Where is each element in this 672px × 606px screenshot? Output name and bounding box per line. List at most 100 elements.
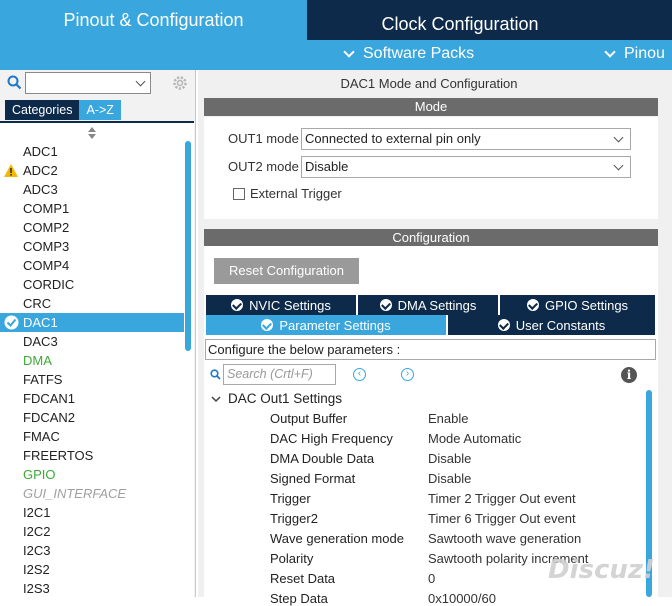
top-tab-bar: Pinout & Configuration Clock Configurati… bbox=[0, 0, 672, 40]
chevron-down-icon bbox=[604, 46, 616, 58]
check-circle-icon bbox=[4, 315, 19, 330]
software-packs-menu[interactable]: Software Packs bbox=[343, 45, 474, 63]
param-name: DAC High Frequency bbox=[270, 431, 393, 446]
previous-match-icon[interactable]: ‹ bbox=[353, 368, 366, 381]
chevron-down-icon[interactable] bbox=[211, 394, 221, 404]
chevron-down-icon bbox=[613, 132, 624, 143]
param-name: Polarity bbox=[270, 551, 314, 566]
chevron-down-icon bbox=[343, 46, 355, 58]
external-trigger-checkbox[interactable] bbox=[233, 188, 245, 200]
pinout-menu-label: Pinou bbox=[624, 45, 665, 62]
list-item[interactable]: I2C3 bbox=[0, 541, 184, 560]
list-item[interactable]: COMP3 bbox=[0, 237, 184, 256]
parameter-search-input[interactable]: Search (Crtl+F) bbox=[223, 364, 336, 385]
tab-user-constants[interactable]: User Constants bbox=[448, 315, 655, 335]
sidebar-scrollbar[interactable] bbox=[185, 141, 191, 351]
list-item[interactable]: DAC3 bbox=[0, 332, 184, 351]
sidebar-tabs: Categories A->Z bbox=[5, 100, 121, 120]
info-icon[interactable]: i bbox=[621, 367, 637, 383]
tab-nvic-settings[interactable]: NVIC Settings bbox=[206, 295, 356, 315]
param-value[interactable]: Timer 6 Trigger Out event bbox=[428, 511, 576, 526]
tab-clock-label: Clock Configuration bbox=[381, 13, 539, 34]
list-item[interactable]: FMAC bbox=[0, 427, 184, 446]
tab-pinout-label: Pinout & Configuration bbox=[63, 9, 244, 30]
tab-pinout-configuration[interactable]: Pinout & Configuration bbox=[0, 0, 307, 40]
list-item[interactable]: CRC bbox=[0, 294, 184, 313]
check-circle-icon bbox=[261, 319, 274, 331]
list-item[interactable]: ADC3 bbox=[0, 180, 184, 199]
panel-title: DAC1 Mode and Configuration bbox=[340, 76, 518, 91]
chevron-down-icon bbox=[613, 160, 624, 171]
tab-parameter-label: Parameter Settings bbox=[279, 317, 391, 333]
mode-header: Mode bbox=[204, 98, 658, 116]
chevron-down-icon[interactable] bbox=[135, 76, 146, 87]
info-text: Configure the below parameters : bbox=[205, 339, 656, 360]
param-name: Output Buffer bbox=[270, 411, 348, 426]
tab-gpio-label: GPIO Settings bbox=[544, 297, 629, 313]
out2-mode-select[interactable]: Disable bbox=[301, 156, 631, 178]
search-icon[interactable] bbox=[7, 75, 22, 90]
tab-categories[interactable]: Categories bbox=[5, 100, 80, 120]
list-item[interactable]: COMP2 bbox=[0, 218, 184, 237]
next-match-icon[interactable]: › bbox=[401, 368, 414, 381]
param-value[interactable]: Disable bbox=[428, 471, 471, 486]
list-item[interactable]: ADC2 bbox=[0, 161, 184, 180]
param-name: Signed Format bbox=[270, 471, 356, 486]
list-item[interactable]: DAC1 bbox=[0, 313, 184, 332]
list-item[interactable]: GPIO bbox=[0, 465, 184, 484]
tab-parameter-settings[interactable]: Parameter Settings bbox=[206, 315, 446, 335]
check-circle-icon bbox=[379, 299, 392, 311]
tab-clock-configuration[interactable]: Clock Configuration bbox=[309, 8, 611, 40]
out1-mode-value: Connected to external pin only bbox=[305, 131, 481, 146]
param-name: Reset Data bbox=[270, 571, 336, 586]
list-item[interactable]: DMA bbox=[0, 351, 184, 370]
search-icon bbox=[210, 369, 221, 380]
list-item[interactable]: ADC1 bbox=[0, 142, 184, 161]
list-item[interactable]: GUI_INTERFACE bbox=[0, 484, 184, 503]
out2-mode-label: OUT2 mode bbox=[228, 159, 299, 174]
truncated-param-value: 0x10000/60 bbox=[428, 591, 496, 606]
list-item[interactable]: I2S3 bbox=[0, 579, 184, 598]
list-item[interactable]: CORDIC bbox=[0, 275, 184, 294]
tab-dma-settings[interactable]: DMA Settings bbox=[358, 295, 498, 315]
tab-a-to-z[interactable]: A->Z bbox=[79, 100, 121, 120]
mode-section: OUT1 mode Connected to external pin only… bbox=[204, 117, 658, 219]
param-name: DMA Double Data bbox=[270, 451, 375, 466]
list-item[interactable]: FREERTOS bbox=[0, 446, 184, 465]
gear-icon[interactable] bbox=[171, 74, 189, 92]
component-search-input[interactable] bbox=[25, 72, 151, 94]
check-circle-icon bbox=[526, 299, 539, 311]
list-item[interactable]: FDCAN2 bbox=[0, 408, 184, 427]
check-circle-icon bbox=[231, 299, 244, 311]
param-value[interactable]: Mode Automatic bbox=[428, 431, 521, 446]
check-circle-icon bbox=[497, 319, 510, 331]
param-value[interactable]: Timer 2 Trigger Out event bbox=[428, 491, 576, 506]
param-value[interactable]: Enable bbox=[428, 411, 468, 426]
list-item[interactable]: COMP1 bbox=[0, 199, 184, 218]
list-item[interactable]: I2C2 bbox=[0, 522, 184, 541]
param-value[interactable]: Disable bbox=[428, 451, 471, 466]
list-item[interactable]: COMP4 bbox=[0, 256, 184, 275]
list-item[interactable]: I2C1 bbox=[0, 503, 184, 522]
truncated-param-name: Step Data bbox=[270, 591, 328, 606]
param-name: Trigger2 bbox=[270, 511, 318, 526]
reset-configuration-button[interactable]: Reset Configuration bbox=[214, 258, 359, 284]
watermark-text: Discuz! bbox=[548, 555, 655, 585]
out1-mode-select[interactable]: Connected to external pin only bbox=[301, 128, 631, 150]
param-value[interactable]: Sawtooth wave generation bbox=[428, 531, 581, 546]
param-name: Trigger bbox=[270, 491, 311, 506]
component-list: ADC1 ADC2 ADC3 COMP1 COMP2 COMP3 COMP4 CORDIC CR… bbox=[0, 121, 194, 597]
out1-mode-label: OUT1 mode bbox=[228, 131, 299, 146]
sort-icon[interactable] bbox=[87, 127, 97, 139]
list-item[interactable]: I2S2 bbox=[0, 560, 184, 579]
configuration-header: Configuration bbox=[204, 229, 658, 247]
pinout-menu[interactable]: Pinou bbox=[604, 45, 665, 63]
software-packs-bar: Software Packs Pinou bbox=[0, 40, 672, 70]
param-value[interactable]: 0 bbox=[428, 571, 435, 586]
group-title: DAC Out1 Settings bbox=[228, 391, 343, 406]
list-item[interactable]: FDCAN1 bbox=[0, 389, 184, 408]
tab-gpio-settings[interactable]: GPIO Settings bbox=[500, 295, 655, 315]
list-item[interactable]: FATFS bbox=[0, 370, 184, 389]
tab-overflow[interactable] bbox=[614, 8, 672, 40]
external-trigger-label: External Trigger bbox=[250, 186, 342, 201]
